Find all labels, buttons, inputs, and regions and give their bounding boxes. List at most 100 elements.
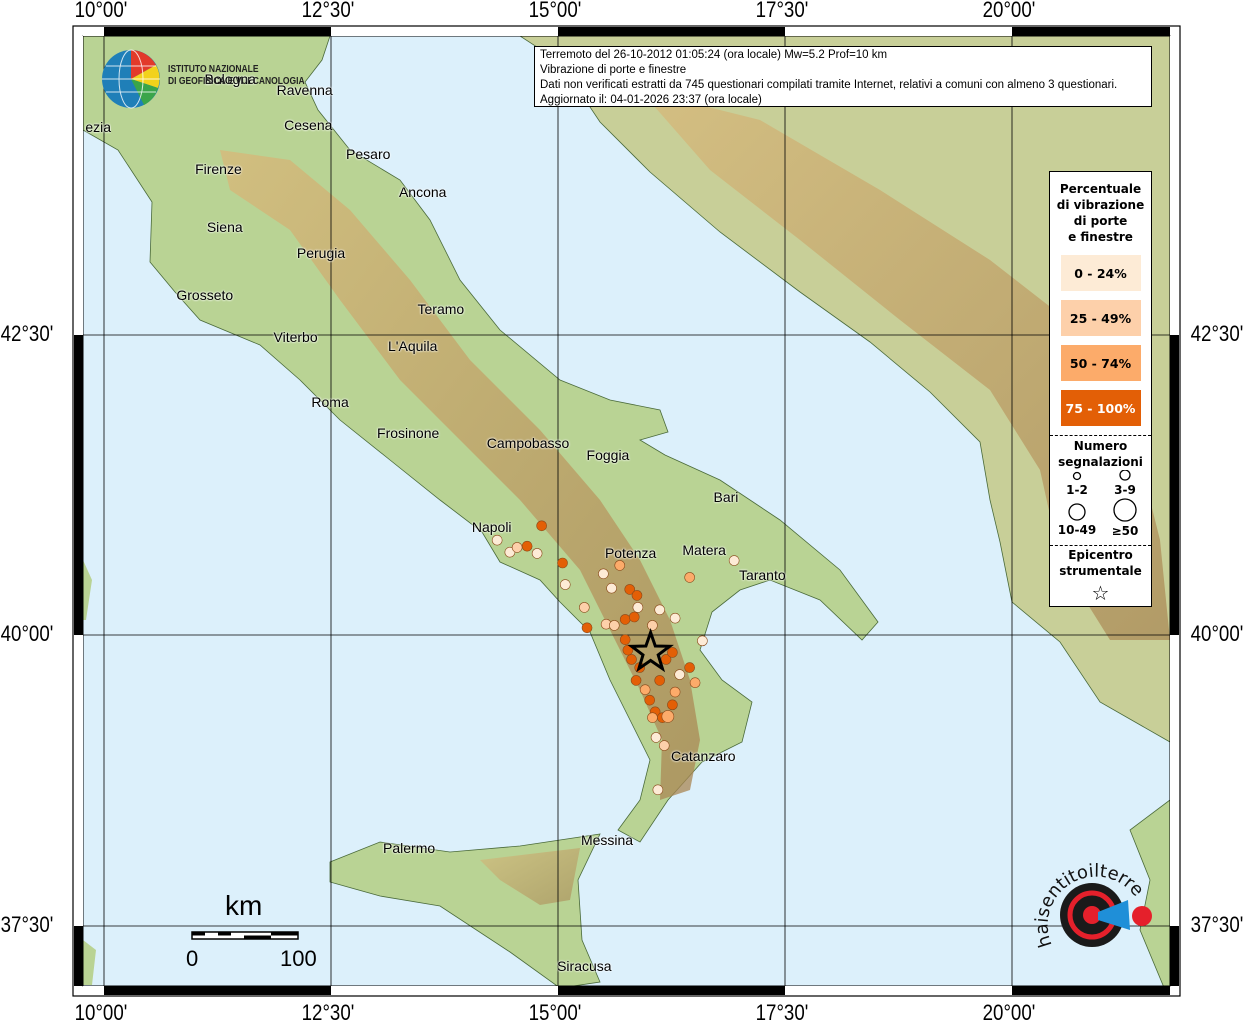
epicenter-title-line: strumentale — [1059, 564, 1142, 578]
observation-point — [619, 614, 631, 625]
frame-segment-top — [331, 27, 558, 36]
observation-point — [531, 548, 543, 559]
lon-label-top: 17°30' — [755, 0, 809, 22]
observation-point — [689, 677, 701, 689]
city-label: Teramo — [417, 300, 465, 317]
observation-point — [491, 534, 503, 546]
observation-point — [650, 732, 662, 743]
observation-point — [667, 699, 678, 711]
scale-bar: km 0 100 — [180, 890, 320, 980]
count-title-line: Numero — [1073, 439, 1128, 453]
observation-point — [674, 669, 685, 680]
observation-point — [619, 634, 631, 645]
count-label: 3-9 — [1114, 483, 1136, 497]
frame-segment-bottom — [104, 986, 331, 995]
lon-label-top: 15°00' — [528, 0, 582, 22]
observation-point — [667, 647, 678, 658]
city-label: Potenza — [604, 545, 657, 562]
observation-point — [644, 694, 656, 706]
observation-point — [639, 684, 651, 696]
epicenter-title-line: Epicentro — [1068, 548, 1133, 562]
city-label: Palermo — [383, 840, 436, 856]
frame-segment-bottom — [83, 986, 104, 995]
haisentito-logo: haisentitoilterremoto.it — [1030, 850, 1152, 950]
lon-label-top: 20°00' — [982, 0, 1036, 22]
epicenter-star-icon: ☆ — [1091, 581, 1110, 605]
city-label: Campobasso — [486, 435, 570, 451]
city-label: Messina — [580, 831, 634, 848]
lon-label-bottom: 17°30' — [755, 1000, 809, 1025]
ingv-logo-text: ISTITUTO NAZIONALE DI GEOFISICA E VULCAN… — [168, 64, 305, 88]
frame-segment-right — [1170, 335, 1179, 635]
observation-point — [521, 540, 533, 552]
frame-segment-right — [1170, 926, 1179, 986]
observation-point — [647, 712, 658, 723]
count-symbol-xlarge — [1113, 498, 1137, 522]
observation-point — [728, 555, 740, 566]
legend-class-swatch: 50 - 74% — [1060, 345, 1141, 381]
legend-class-swatch: 75 - 100% — [1060, 390, 1141, 426]
lat-label-right: 40°00' — [1190, 621, 1244, 646]
city-label: Perugia — [296, 245, 346, 262]
lon-label-bottom: 12°30' — [301, 1000, 355, 1025]
observation-point — [654, 604, 665, 616]
frame-segment-top — [785, 27, 1012, 36]
lat-label-left: 40°00' — [0, 621, 54, 646]
scale-min: 0 — [186, 946, 199, 971]
legend-title-line: Percentuale — [1059, 182, 1142, 196]
count-symbols: 1-2 3-9 10-49 ≥50 — [1058, 469, 1139, 538]
legend-title: Percentuale di vibrazione di porte e fin… — [1050, 181, 1151, 245]
lat-label-right: 37°30' — [1190, 912, 1244, 937]
observation-point — [652, 784, 664, 796]
scale-unit: km — [225, 890, 263, 921]
city-label: Pesaro — [346, 145, 391, 162]
frame-segment-left — [74, 635, 83, 926]
city-label: Siracusa — [557, 957, 612, 974]
observation-point — [579, 602, 590, 613]
frame-segment-bottom — [558, 986, 785, 995]
count-symbol-medium — [1119, 469, 1131, 481]
frame-segment-top — [558, 27, 785, 36]
lon-label-bottom: 10°00' — [74, 1000, 128, 1025]
city-label: Bari — [713, 489, 739, 505]
frame-segment-left — [74, 36, 83, 335]
count-label: ≥50 — [1112, 524, 1139, 538]
observation-point — [559, 579, 571, 590]
count-symbol-large — [1068, 503, 1086, 521]
count-title: Numero segnalazioni — [1050, 438, 1151, 470]
event-updated: Aggiornato il: 04-01-2026 23:37 (ora loc… — [540, 94, 762, 106]
observation-point — [606, 582, 617, 594]
frame-segment-top — [1012, 27, 1170, 36]
count-title-line: segnalazioni — [1058, 455, 1143, 469]
lon-label-bottom: 15°00' — [528, 1000, 582, 1025]
frame-segment-left — [74, 335, 83, 635]
city-label: Matera — [682, 541, 726, 558]
city-label: Siena — [206, 219, 243, 235]
observation-point — [598, 568, 609, 580]
scale-max: 100 — [280, 946, 317, 971]
lon-label-top: 12°30' — [301, 0, 355, 22]
frame-segment-right — [1170, 635, 1179, 926]
lat-label-left: 37°30' — [0, 912, 54, 937]
legend-divider — [1050, 435, 1151, 436]
observation-point — [630, 675, 642, 686]
legend-class-swatch: 25 - 49% — [1060, 300, 1141, 336]
event-info-box: Terremoto del 26-10-2012 01:05:24 (ora l… — [534, 46, 1152, 107]
observation-point — [631, 590, 643, 601]
city-label: L'Aquila — [388, 337, 438, 354]
legend-title-line: di vibrazione — [1056, 198, 1145, 212]
city-label: Frosinone — [377, 425, 440, 442]
observation-point — [661, 710, 675, 723]
ingv-logo — [102, 49, 160, 109]
lat-label-right: 42°30' — [1190, 321, 1244, 346]
count-label: 1-2 — [1066, 483, 1088, 497]
lat-label-left: 42°30' — [0, 321, 54, 346]
city-label: Cesena — [284, 117, 333, 133]
frame-segment-bottom — [785, 986, 1012, 995]
observation-point — [658, 740, 670, 751]
observation-point — [557, 557, 568, 569]
observation-point — [511, 542, 523, 553]
observation-point — [684, 572, 695, 583]
observation-point — [669, 686, 681, 698]
legend: Percentuale di vibrazione di porte e fin… — [1049, 171, 1152, 607]
